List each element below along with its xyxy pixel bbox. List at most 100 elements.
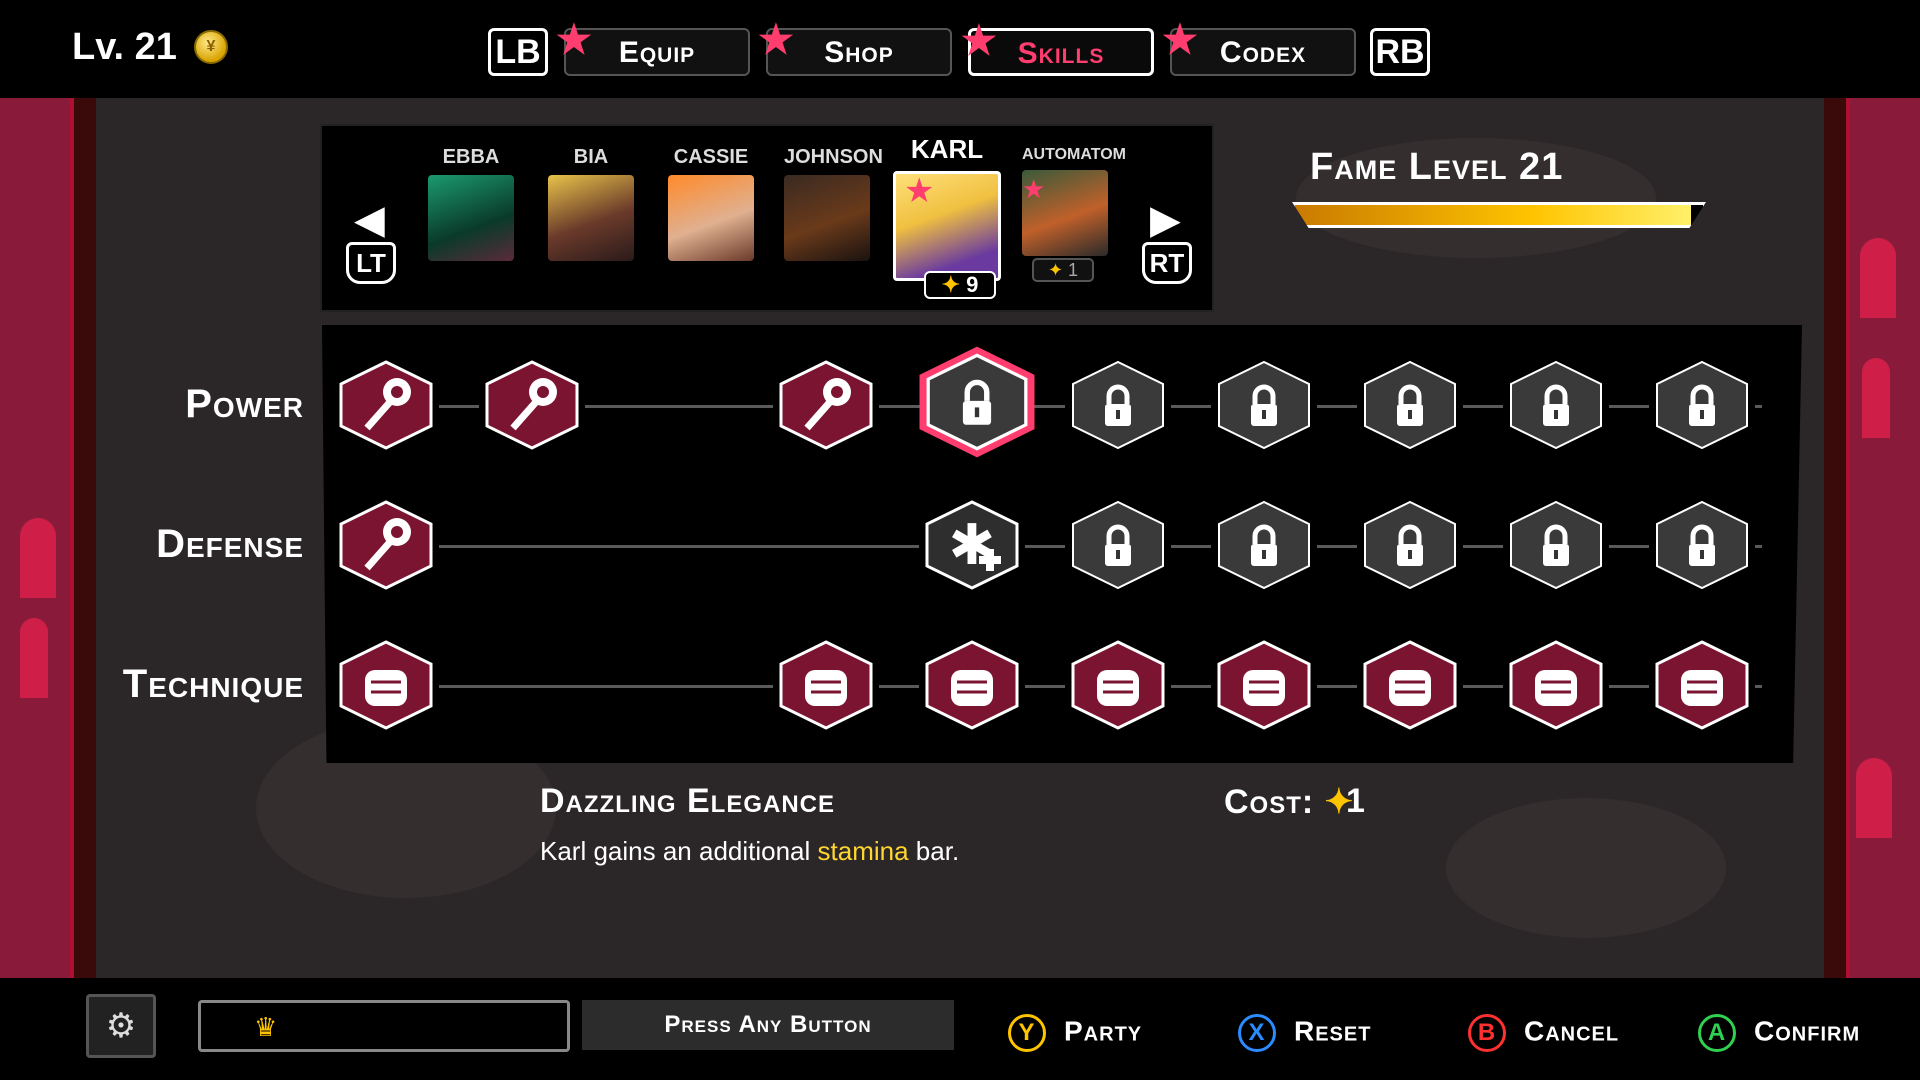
- row-label-power: Power: [185, 382, 304, 426]
- skill-node-locked-icon[interactable]: [1059, 490, 1177, 600]
- right-arrow-icon[interactable]: ▶: [1150, 200, 1181, 240]
- skill-node-unlocked-icon[interactable]: [1059, 630, 1177, 740]
- character-name: BIA: [573, 146, 609, 168]
- character-johnson[interactable]: JOHNSON: [784, 146, 883, 261]
- skill-description: Karl gains an additional stamina bar.: [540, 836, 959, 867]
- skill-node-unlocked-icon[interactable]: [1205, 630, 1323, 740]
- description-highlight: stamina: [817, 836, 909, 866]
- fame-progress-bar: [1292, 202, 1706, 228]
- character-name: CASSIE: [673, 146, 749, 168]
- cost-label: Cost: ✦: [1224, 782, 1354, 822]
- character-cassie[interactable]: CASSIE: [668, 146, 754, 261]
- star-icon: ★: [1022, 174, 1046, 204]
- tab-equip[interactable]: ★ Equip: [556, 20, 750, 76]
- skill-node-unlocked-icon[interactable]: [473, 350, 591, 460]
- skill-node-unlocked-icon[interactable]: [1497, 630, 1615, 740]
- skill-node-unlocked-icon[interactable]: [1643, 630, 1761, 740]
- window-decoration: [20, 518, 56, 598]
- window-decoration: [20, 618, 48, 698]
- star-icon: ★: [556, 18, 593, 62]
- fame-level-title: Fame Level 21: [1310, 146, 1564, 188]
- skill-node-unlocked-icon[interactable]: [327, 350, 445, 460]
- skill-node-unlocked-icon[interactable]: [327, 490, 445, 600]
- star-icon: ★: [904, 172, 935, 210]
- hint-label: Cancel: [1524, 1015, 1620, 1047]
- skill-node-selected-lock-icon[interactable]: [913, 342, 1041, 462]
- skill-node-locked-icon[interactable]: [1059, 350, 1177, 460]
- rt-trigger[interactable]: RT: [1142, 242, 1192, 284]
- description-text: Karl gains an additional: [540, 836, 818, 866]
- tab-label: Equip: [618, 36, 696, 69]
- skill-node-unlocked-icon[interactable]: [327, 630, 445, 740]
- top-bar: Lv. 21 ¥ LB ★ Equip ★ Shop ★ Skills ★ Codex …: [0, 0, 1920, 98]
- reset-hint[interactable]: X Reset: [1238, 1014, 1371, 1052]
- star-icon: ✦: [1047, 260, 1064, 280]
- skill-points-badge: ✦ 9: [924, 271, 996, 299]
- lt-trigger[interactable]: LT: [346, 242, 396, 284]
- skill-name: Dazzling Elegance: [540, 782, 835, 820]
- coin-icon: ¥: [194, 30, 228, 64]
- cancel-hint[interactable]: B Cancel: [1468, 1014, 1619, 1052]
- character-selector: ◀ LT EBBA BIA CASSIE JOHNSON KARL ★ ✦ 9 …: [320, 124, 1214, 312]
- tab-label: Codex: [1219, 36, 1307, 69]
- skill-tree: ✱: [322, 325, 1802, 763]
- star-icon: ★: [961, 19, 998, 63]
- tab-label: Shop: [824, 36, 894, 69]
- character-name: AUTOMATOM: [1022, 146, 1126, 163]
- skill-node-available-icon[interactable]: ✱: [913, 490, 1031, 600]
- character-automatom[interactable]: AUTOMATOM ★ ✦ 1: [1022, 146, 1126, 282]
- tab-shop[interactable]: ★ Shop: [758, 20, 952, 76]
- character-portrait: [784, 175, 870, 261]
- confirm-hint[interactable]: A Confirm: [1698, 1014, 1860, 1052]
- crown-icon: ♛: [254, 1012, 278, 1042]
- row-label-defense: Defense: [156, 522, 304, 566]
- x-button-icon: X: [1238, 1014, 1276, 1052]
- character-karl[interactable]: KARL ★ ✦ 9: [893, 134, 1001, 299]
- skill-points-value: 1: [1068, 260, 1079, 280]
- character-bia[interactable]: BIA: [548, 146, 634, 261]
- skill-node-unlocked-icon[interactable]: [767, 350, 885, 460]
- party-hint[interactable]: Y Party: [1008, 1014, 1142, 1052]
- window-decoration: [1856, 758, 1892, 838]
- star-icon: ★: [1162, 18, 1199, 62]
- skill-node-locked-icon[interactable]: [1643, 490, 1761, 600]
- settings-gear-icon[interactable]: ⚙: [86, 994, 156, 1058]
- left-arrow-icon[interactable]: ◀: [354, 200, 385, 240]
- paint-splat: [1446, 798, 1726, 938]
- skill-node-locked-icon[interactable]: [1351, 350, 1469, 460]
- skill-node-locked-icon[interactable]: [1497, 490, 1615, 600]
- b-button-icon: B: [1468, 1014, 1506, 1052]
- character-portrait: [428, 175, 514, 261]
- press-any-button[interactable]: Press Any Button: [582, 1000, 954, 1050]
- hint-label: Confirm: [1754, 1015, 1861, 1047]
- right-pillar: [1820, 98, 1850, 978]
- window-decoration: [1862, 358, 1890, 438]
- character-ebba[interactable]: EBBA: [428, 146, 514, 261]
- skill-node-locked-icon[interactable]: [1497, 350, 1615, 460]
- a-button-icon: A: [1698, 1014, 1736, 1052]
- skill-node-locked-icon[interactable]: [1351, 490, 1469, 600]
- row-label-technique: Technique: [122, 662, 304, 706]
- y-button-icon: Y: [1008, 1014, 1046, 1052]
- player-level: Lv. 21: [72, 26, 177, 68]
- lb-bumper[interactable]: LB: [488, 28, 548, 76]
- tab-label: Skills: [1017, 37, 1105, 70]
- rb-bumper[interactable]: RB: [1370, 28, 1430, 76]
- skill-points-badge: ✦ 1: [1032, 258, 1094, 282]
- star-icon: ★: [758, 18, 795, 62]
- skill-node-unlocked-icon[interactable]: [767, 630, 885, 740]
- character-name: EBBA: [442, 146, 500, 168]
- skill-node-locked-icon[interactable]: [1205, 350, 1323, 460]
- character-name: KARL: [910, 134, 984, 164]
- skill-node-unlocked-icon[interactable]: [1351, 630, 1469, 740]
- tab-codex[interactable]: ★ Codex: [1162, 20, 1356, 76]
- tab-skills[interactable]: ★ Skills: [961, 21, 1154, 76]
- character-portrait: [668, 175, 754, 261]
- hint-label: Party: [1064, 1015, 1143, 1047]
- skill-node-unlocked-icon[interactable]: [913, 630, 1031, 740]
- skill-node-locked-icon[interactable]: [1643, 350, 1761, 460]
- skill-node-locked-icon[interactable]: [1205, 490, 1323, 600]
- star-icon: ✦: [941, 272, 961, 297]
- hint-label: Reset: [1294, 1015, 1372, 1047]
- character-portrait: [548, 175, 634, 261]
